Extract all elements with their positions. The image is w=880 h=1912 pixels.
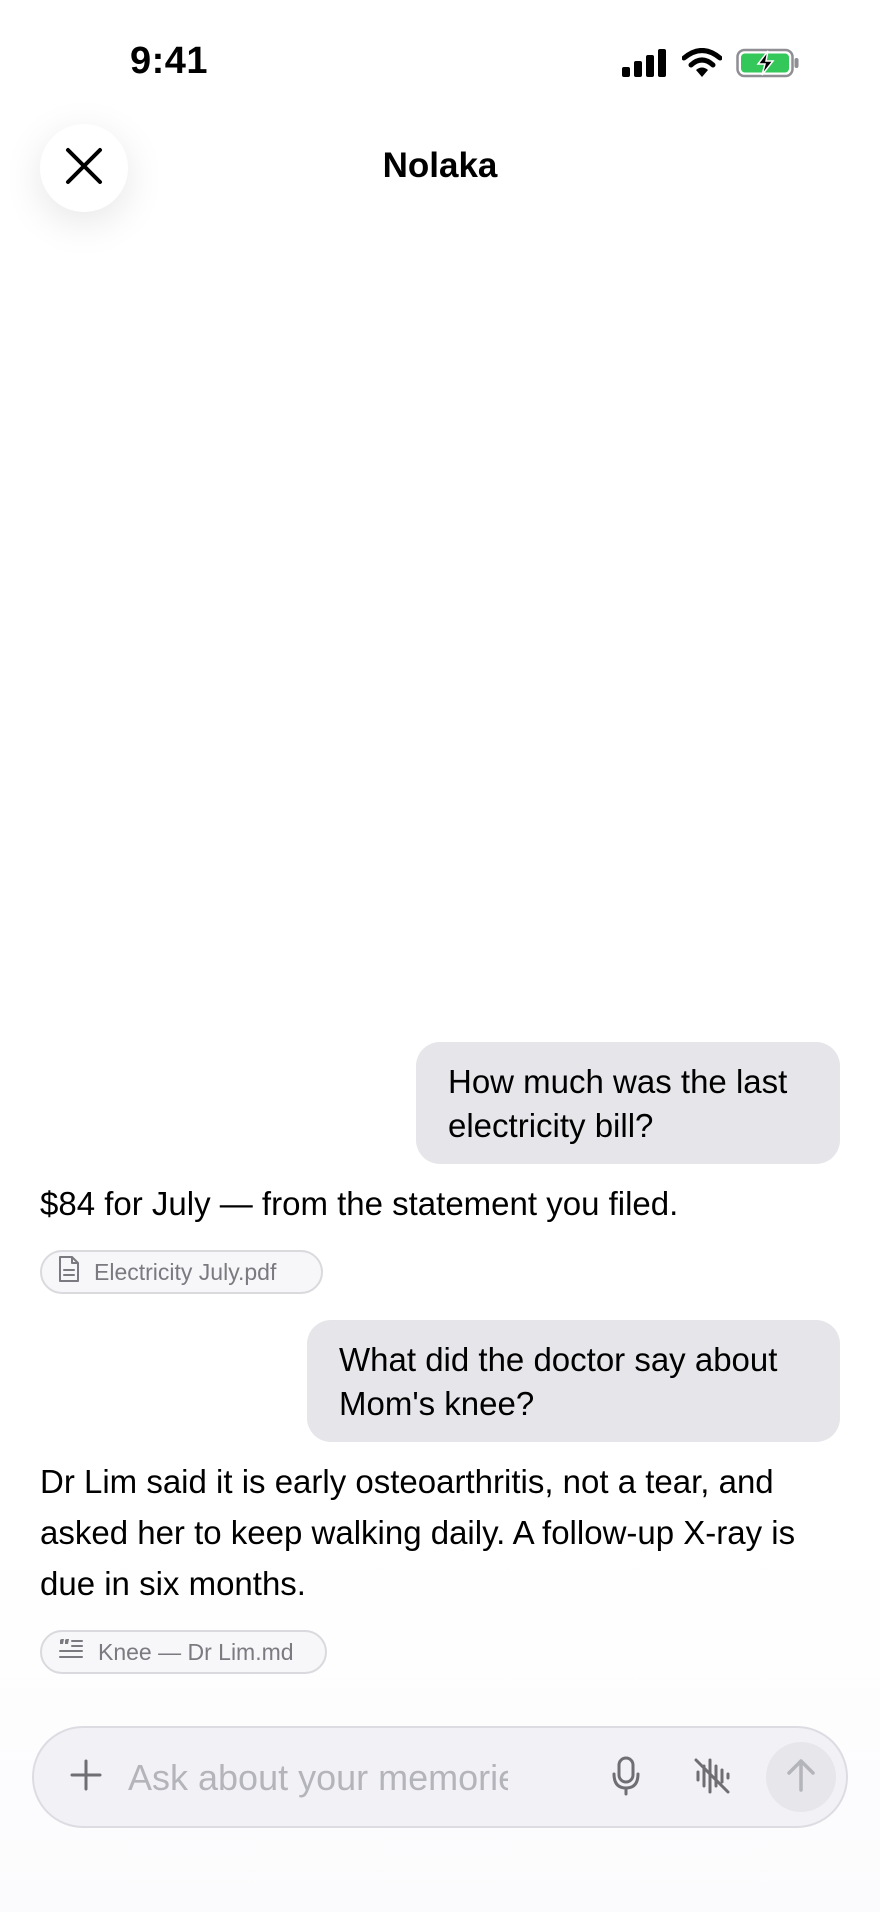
battery-charging-icon <box>736 48 800 83</box>
message-composer <box>32 1726 848 1828</box>
microphone-icon <box>611 1756 641 1801</box>
microphone-button[interactable] <box>602 1754 650 1802</box>
page-title: Nolaka <box>382 146 498 185</box>
status-time: 9:41 <box>130 40 209 82</box>
user-message: What did the doctor say about Mom's knee… <box>307 1320 840 1442</box>
message-input[interactable] <box>128 1750 508 1806</box>
arrow-up-icon <box>786 1758 816 1797</box>
assistant-message: $84 for July — from the statement you fi… <box>40 1185 679 1222</box>
document-icon <box>58 1255 80 1289</box>
note-quote-icon <box>58 1638 84 1666</box>
add-attachment-button[interactable] <box>64 1755 108 1799</box>
voice-off-icon <box>692 1756 732 1801</box>
assistant-message: Dr Lim said it is early osteoarthritis, … <box>40 1463 796 1602</box>
source-chip-label: Electricity July.pdf <box>94 1258 277 1285</box>
voice-mode-button[interactable] <box>688 1754 736 1802</box>
source-chip-label: Knee — Dr Lim.md <box>98 1638 294 1665</box>
user-message: How much was the last electricity bill? <box>416 1042 840 1164</box>
source-chip[interactable]: Electricity July.pdf <box>40 1250 323 1294</box>
status-icons <box>622 48 800 83</box>
cellular-signal-icon <box>622 49 668 82</box>
plus-icon <box>70 1759 102 1796</box>
send-button[interactable] <box>766 1742 836 1812</box>
chat-screen: 9:41 Nolaka How much was the last electr… <box>0 0 880 1912</box>
source-chip[interactable]: Knee — Dr Lim.md <box>40 1630 327 1674</box>
wifi-icon <box>681 48 723 83</box>
